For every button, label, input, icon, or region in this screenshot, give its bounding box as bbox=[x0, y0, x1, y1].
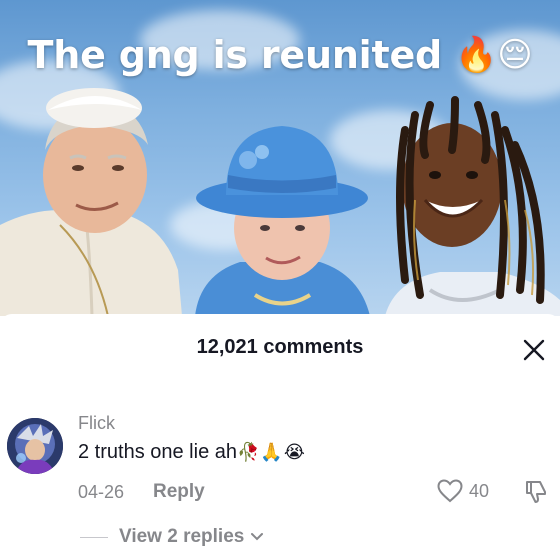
video-caption: The gng is reunited 🔥😔 bbox=[0, 33, 560, 77]
left-figure bbox=[0, 88, 182, 316]
dislike-button[interactable] bbox=[523, 479, 549, 510]
view-replies-label: View 2 replies bbox=[119, 526, 245, 547]
heart-outline-icon bbox=[437, 479, 463, 503]
video-frame[interactable]: The gng is reunited 🔥😔 bbox=[0, 0, 560, 316]
comment-text-body: 2 truths one lie ah bbox=[78, 441, 237, 463]
chevron-down-icon bbox=[251, 533, 264, 541]
comment-date: 04-26 bbox=[78, 482, 125, 502]
comments-sheet: 12,021 comments Flick 2 truths one lie a… bbox=[0, 314, 560, 560]
comments-count-title: 12,021 comments bbox=[196, 336, 364, 358]
avatar-image bbox=[7, 418, 63, 474]
comment-text: 2 truths one lie ah🥀🙏😭 bbox=[78, 441, 306, 464]
view-replies-button[interactable]: View 2 replies bbox=[119, 526, 264, 548]
caption-text: The gng is reunited bbox=[27, 33, 443, 77]
close-button[interactable] bbox=[518, 334, 550, 366]
thumbs-down-icon bbox=[526, 481, 546, 503]
avatar[interactable] bbox=[7, 418, 63, 474]
like-count: 40 bbox=[469, 480, 490, 501]
middle-figure bbox=[195, 126, 370, 316]
comment-username[interactable]: Flick bbox=[78, 413, 115, 434]
right-figure bbox=[385, 96, 560, 316]
close-icon bbox=[523, 339, 545, 361]
comment-emojis: 🥀🙏😭 bbox=[237, 442, 306, 462]
replies-divider bbox=[80, 537, 108, 538]
caption-emojis: 🔥😔 bbox=[455, 35, 533, 75]
reply-button[interactable]: Reply bbox=[153, 481, 205, 503]
like-button[interactable]: 40 bbox=[437, 479, 489, 503]
